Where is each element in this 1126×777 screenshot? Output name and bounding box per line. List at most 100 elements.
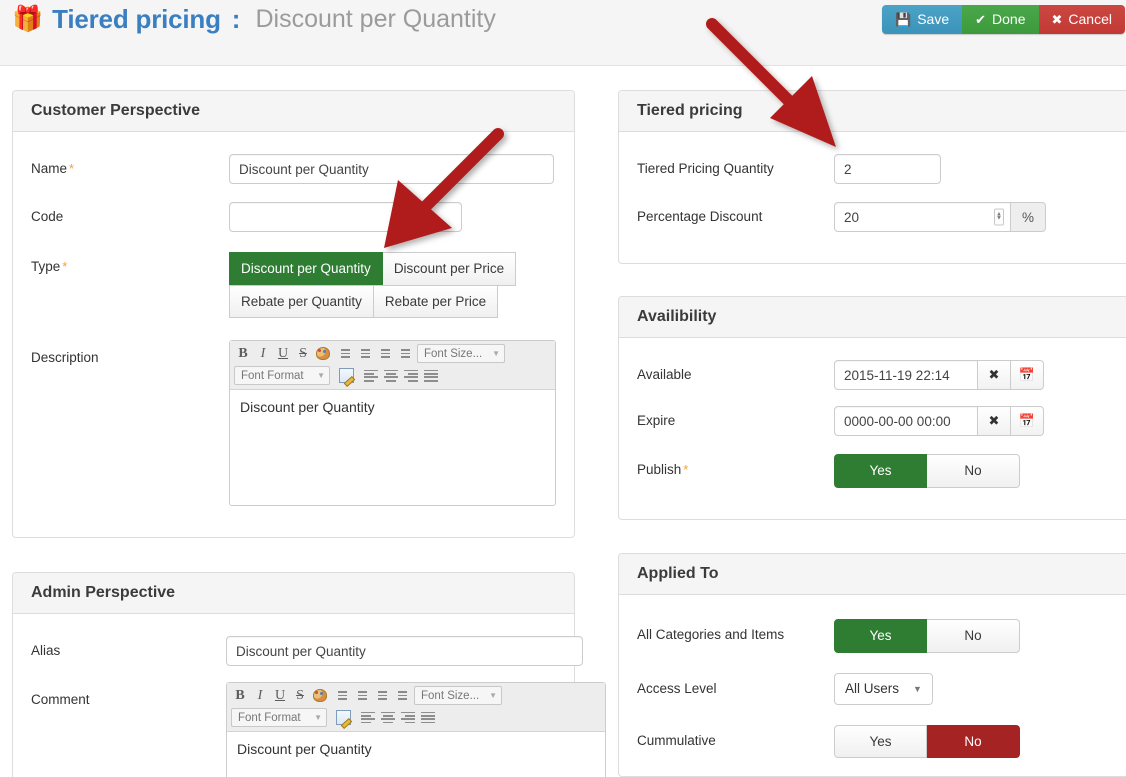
align-left-icon[interactable] xyxy=(362,366,380,385)
available-date-input[interactable] xyxy=(834,360,978,390)
clear-expire-button[interactable]: ✖ xyxy=(978,406,1011,436)
customer-panel-title: Customer Perspective xyxy=(13,91,574,132)
expire-calendar-button[interactable]: 📅 xyxy=(1011,406,1044,436)
expire-input-group: ✖ 📅 xyxy=(834,406,1044,436)
cummulative-toggle-group: Yes No xyxy=(834,724,1020,759)
italic-icon[interactable]: I xyxy=(251,686,269,705)
check-icon: ✔ xyxy=(975,11,987,27)
tiered-quantity-input[interactable] xyxy=(834,154,941,184)
publish-yes-button[interactable]: Yes xyxy=(834,454,927,488)
cross-icon: ✖ xyxy=(1051,11,1063,27)
chevron-down-icon: ▼ xyxy=(314,713,322,722)
font-size-dropdown[interactable]: Font Size... ▼ xyxy=(417,344,505,364)
cummulative-label: Cummulative xyxy=(637,732,716,748)
type-option-discount-per-price[interactable]: Discount per Price xyxy=(382,252,517,286)
comment-label: Comment xyxy=(31,692,90,707)
name-input[interactable] xyxy=(229,154,554,184)
publish-label: Publish xyxy=(637,462,682,477)
type-option-rebate-per-price[interactable]: Rebate per Price xyxy=(373,284,499,319)
cummulative-no-button[interactable]: No xyxy=(927,724,1020,759)
alias-input[interactable] xyxy=(226,636,583,666)
code-input[interactable] xyxy=(229,202,462,232)
align-center-icon[interactable] xyxy=(382,366,400,385)
strikethrough-icon[interactable]: S xyxy=(294,344,312,363)
calendar-icon: 📅 xyxy=(1018,413,1036,428)
tiered-pricing-panel: Tiered pricing Tiered Pricing Quantity P… xyxy=(618,90,1126,264)
required-marker: * xyxy=(683,462,689,477)
type-option-discount-per-quantity[interactable]: Discount per Quantity xyxy=(229,252,383,286)
availability-panel-title: Availibility xyxy=(619,297,1126,338)
edit-source-icon[interactable] xyxy=(334,708,352,727)
align-right-icon[interactable] xyxy=(399,708,417,727)
tiered-quantity-label: Tiered Pricing Quantity xyxy=(637,161,774,176)
applied-panel-title: Applied To xyxy=(619,554,1126,595)
cross-icon: ✖ xyxy=(988,413,1000,428)
ordered-list-icon[interactable] xyxy=(331,686,349,705)
field-row-type: Type * Discount per Quantity Discount per… xyxy=(31,252,556,319)
indent-increase-icon[interactable] xyxy=(374,344,392,363)
admin-perspective-panel: Admin Perspective Alias Comment xyxy=(12,572,606,777)
field-row-alias: Alias xyxy=(31,636,583,666)
tiered-panel-title: Tiered pricing xyxy=(619,91,1126,132)
cummulative-yes-button[interactable]: Yes xyxy=(834,724,927,759)
access-level-label: Access Level xyxy=(637,680,717,696)
cross-icon: ✖ xyxy=(988,367,1000,382)
align-left-icon[interactable] xyxy=(359,708,377,727)
text-color-palette-icon[interactable] xyxy=(314,344,332,363)
italic-icon[interactable]: I xyxy=(254,344,272,363)
page-title-subtitle: Discount per Quantity xyxy=(255,5,496,33)
gift-icon: 🎁 xyxy=(12,5,44,33)
cancel-button[interactable]: ✖ Cancel xyxy=(1038,5,1125,34)
type-label: Type xyxy=(31,259,61,274)
expire-label: Expire xyxy=(637,413,676,428)
align-justify-icon[interactable] xyxy=(419,708,437,727)
percentage-discount-input-group: ▲▼ % xyxy=(834,202,1047,232)
number-spinner[interactable]: ▲ ▼ xyxy=(994,208,1004,226)
align-right-icon[interactable] xyxy=(402,366,420,385)
align-center-icon[interactable] xyxy=(379,708,397,727)
font-format-dropdown[interactable]: Font Format ▼ xyxy=(234,366,330,386)
font-size-dropdown[interactable]: Font Size... ▼ xyxy=(414,686,502,705)
page-root: 🎁 Tiered pricing : Discount per Quantity… xyxy=(0,0,1126,777)
underline-icon[interactable]: U xyxy=(271,686,289,705)
clear-available-button[interactable]: ✖ xyxy=(978,360,1011,390)
all-categories-yes-button[interactable]: Yes xyxy=(834,619,927,653)
font-format-dropdown[interactable]: Font Format ▼ xyxy=(231,708,327,727)
align-justify-icon[interactable] xyxy=(422,366,440,385)
publish-no-button[interactable]: No xyxy=(927,454,1020,488)
save-button[interactable]: 💾 Save xyxy=(882,5,963,34)
description-editor[interactable]: B I U S Font Size... ▼ Font Format ▼ Dis… xyxy=(229,340,556,507)
edit-source-icon[interactable] xyxy=(337,366,355,385)
expire-date-input[interactable] xyxy=(834,406,978,436)
ordered-list-icon[interactable] xyxy=(334,344,352,363)
percentage-discount-input[interactable] xyxy=(834,202,1011,232)
strikethrough-icon[interactable]: S xyxy=(291,686,309,705)
all-categories-no-button[interactable]: No xyxy=(927,619,1020,653)
percent-addon: % xyxy=(1011,202,1047,232)
required-marker: * xyxy=(62,259,68,274)
applied-to-panel: Applied To All Categories and Items Yes … xyxy=(618,553,1126,777)
done-button[interactable]: ✔ Done xyxy=(962,5,1039,34)
indent-decrease-icon[interactable] xyxy=(391,686,409,705)
type-option-rebate-per-quantity[interactable]: Rebate per Quantity xyxy=(229,284,374,319)
underline-icon[interactable]: U xyxy=(274,344,292,363)
available-calendar-button[interactable]: 📅 xyxy=(1011,360,1044,390)
type-button-group: Discount per Quantity Discount per Price… xyxy=(229,252,541,319)
description-label: Description xyxy=(31,350,99,366)
indent-decrease-icon[interactable] xyxy=(394,344,412,363)
name-label: Name xyxy=(31,161,68,176)
bold-icon[interactable]: B xyxy=(234,344,252,363)
available-label: Available xyxy=(637,367,692,382)
field-row-available: Available ✖ 📅 xyxy=(637,360,1126,390)
unordered-list-icon[interactable] xyxy=(354,344,372,363)
comment-editor[interactable]: B I U S Font Size... ▼ Font Format ▼ Dis… xyxy=(226,682,606,777)
unordered-list-icon[interactable] xyxy=(351,686,369,705)
field-row-tiered-quantity: Tiered Pricing Quantity xyxy=(637,154,1126,184)
comment-editor-content[interactable]: Discount per Quantity xyxy=(227,732,605,766)
indent-increase-icon[interactable] xyxy=(371,686,389,705)
description-editor-content[interactable]: Discount per Quantity xyxy=(230,390,555,424)
access-level-select[interactable]: All Users ▼ xyxy=(834,672,933,705)
access-level-value: All Users xyxy=(845,681,900,697)
text-color-palette-icon[interactable] xyxy=(311,686,329,705)
bold-icon[interactable]: B xyxy=(231,686,249,705)
